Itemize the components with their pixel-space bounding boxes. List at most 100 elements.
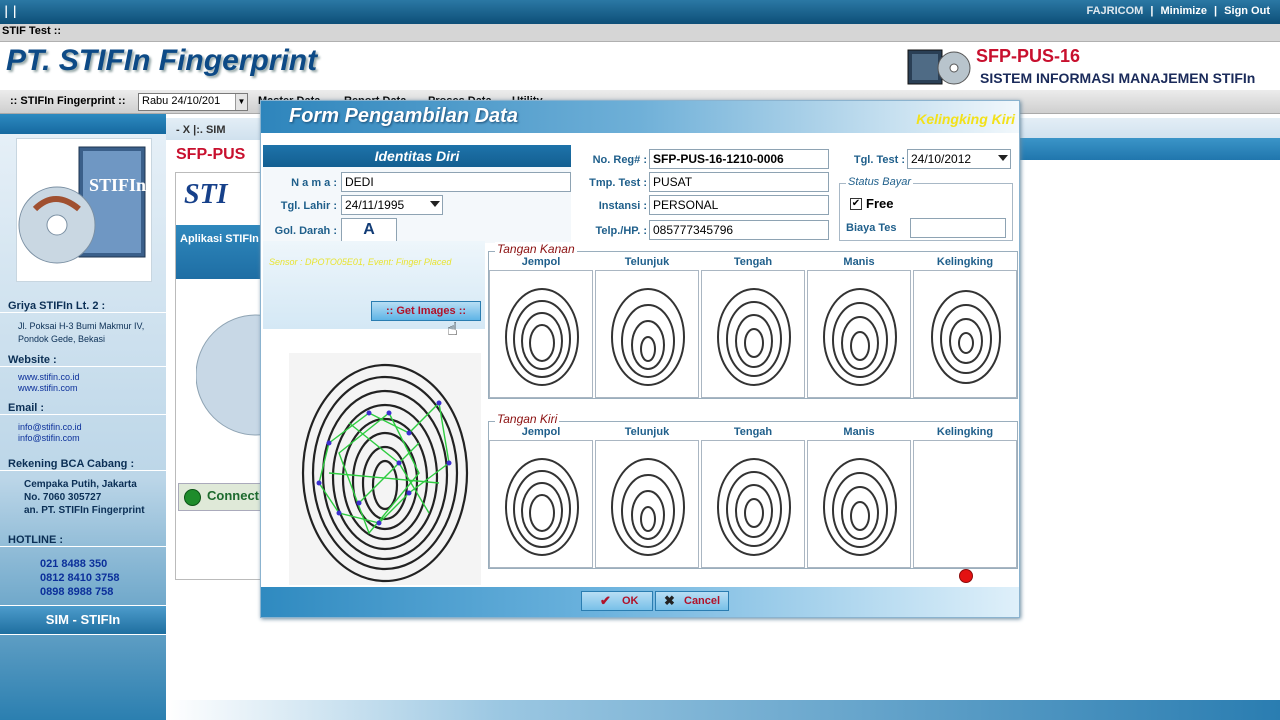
cancel-button-label: Cancel — [684, 595, 721, 607]
user-name: FAJRICOM — [1086, 5, 1144, 17]
dialog-action-bar: ✔ OK ✖ Cancel — [261, 587, 1019, 617]
tgl-test-label: Tgl. Test : — [853, 154, 905, 166]
separator: | — [1150, 5, 1154, 17]
finger-slot-right-manis: Manis — [807, 256, 911, 398]
recording-indicator-icon — [959, 569, 973, 583]
tab-stif-test[interactable]: STIF Test :: — [2, 25, 61, 37]
finger-slot-left-jempol: Jempol — [489, 426, 593, 568]
fingerprint-image — [595, 440, 699, 568]
date-select[interactable]: Rabu 24/10/201 ▼ — [138, 93, 248, 111]
gol-darah-label: Gol. Darah : — [274, 225, 337, 237]
fingerprint-image — [595, 270, 699, 398]
finger-name: Manis — [843, 426, 875, 438]
close-icon: ✖ — [664, 593, 675, 608]
website-link[interactable]: www.stifin.co.id — [18, 372, 80, 383]
get-images-button[interactable]: :: Get Images :: — [371, 301, 481, 321]
dialog-title: Form Pengambilan Data — [289, 105, 518, 127]
gol-darah-value[interactable]: A — [341, 218, 397, 242]
finger-slot-right-telunjuk: Telunjuk — [595, 256, 699, 398]
header-code: SFP-PUS-16 — [976, 46, 1081, 66]
svg-text:STIFIn: STIFIn — [89, 175, 146, 195]
check-icon: ✔ — [600, 593, 611, 608]
address-title: Griya STIFIn Lt. 2 : — [0, 300, 166, 313]
fingerprint-empty-slot — [913, 440, 1017, 568]
finger-name: Tengah — [733, 426, 773, 438]
background-code: SFP-PUS — [176, 146, 246, 163]
hotline-number: 0812 8410 3758 — [40, 572, 120, 584]
finger-slot-right-jempol: Jempol — [489, 256, 593, 398]
noreg-field[interactable]: SFP-PUS-16-1210-0006 — [649, 149, 829, 169]
background-panel: STI Aplikasi STIFIn Connecti — [175, 172, 268, 580]
tmp-test-field[interactable]: PUSAT — [649, 172, 829, 192]
free-checkbox[interactable]: ✔ — [850, 198, 862, 210]
sign-out-link[interactable]: Sign Out — [1224, 5, 1270, 17]
fingerprint-image — [807, 440, 911, 568]
bank-title: Rekening BCA Cabang : — [0, 458, 166, 471]
separator: | — [1214, 5, 1218, 17]
content-toolbar-right — [1018, 138, 1280, 160]
status-green-icon — [184, 489, 201, 506]
ok-button[interactable]: ✔ OK — [581, 591, 653, 611]
content-toolbar-text[interactable]: - X |:. SIM — [176, 124, 226, 136]
address-line: Jl. Poksai H-3 Bumi Makmur IV, — [18, 321, 145, 331]
tgl-test-select[interactable]: 24/10/2012 — [907, 149, 1011, 169]
left-hand-label: Tangan Kiri — [495, 412, 560, 426]
email-link[interactable]: info@stifin.com — [18, 433, 80, 444]
hand-cursor-icon: ☝ — [447, 319, 458, 340]
noreg-label: No. Reg# : — [592, 154, 647, 166]
hotline-title: HOTLINE : — [0, 534, 166, 547]
tgl-lahir-select[interactable]: 24/11/1995 — [341, 195, 443, 215]
page-footer — [166, 700, 1280, 720]
date-select-value: Rabu 24/10/201 — [142, 95, 221, 107]
fingerprint-image — [489, 440, 593, 568]
tab-strip: STIF Test :: — [0, 24, 1280, 42]
instansi-field[interactable]: PERSONAL — [649, 195, 829, 215]
cancel-button[interactable]: ✖ Cancel — [655, 591, 729, 611]
website-title: Website : — [0, 354, 166, 367]
biaya-input[interactable] — [910, 218, 1006, 238]
stifin-book-image: STIFIn — [16, 138, 152, 282]
finger-name: Kelingking — [936, 256, 994, 268]
bank-line: No. 7060 305727 — [24, 492, 102, 503]
email-title: Email : — [0, 402, 166, 415]
fingerprint-image — [489, 270, 593, 398]
dialog-title-bar: Form Pengambilan Data Kelingking Kiri — [261, 101, 1019, 133]
address-line: Pondok Gede, Bekasi — [18, 334, 106, 344]
sensor-status: Sensor : DPOTO05E01, Event: Finger Place… — [269, 257, 452, 267]
minimize-link[interactable]: Minimize — [1161, 5, 1207, 17]
software-box-icon — [907, 49, 971, 85]
chevron-down-icon[interactable]: ▼ — [235, 94, 247, 110]
pause-icon[interactable]: | | — [4, 4, 17, 18]
current-finger-label: Kelingking Kiri — [916, 111, 1015, 127]
connection-status: Connecti — [178, 483, 268, 511]
telp-field[interactable]: 085777345796 — [649, 220, 829, 240]
menu-app-label: :: STIFIn Fingerprint :: — [10, 95, 126, 107]
nama-label: N a m a : — [291, 177, 337, 189]
bank-line: Cempaka Putih, Jakarta — [24, 479, 137, 490]
window-top-bar: | | FAJRICOM | Minimize | Sign Out — [0, 0, 1280, 24]
status-bayar-group: Status Bayar ✔ Free Biaya Tes — [839, 176, 1013, 241]
finger-slot-left-kelingking: Kelingking — [913, 426, 1017, 568]
chevron-down-icon[interactable] — [430, 201, 440, 207]
aplikasi-banner: Aplikasi STIFIn — [176, 225, 266, 279]
fingerprint-image — [701, 270, 805, 398]
brand-title: PT. STIFIn Fingerprint — [6, 44, 318, 77]
sim-stifin-label: SIM - STIFIn — [0, 605, 166, 635]
hotline-number: 021 8488 350 — [40, 558, 108, 570]
free-label: Free — [866, 196, 894, 211]
sidebar-top-strip — [0, 114, 166, 134]
tgl-lahir-label: Tgl. Lahir : — [280, 200, 337, 212]
fingerprint-image — [807, 270, 911, 398]
email-link[interactable]: info@stifin.co.id — [18, 422, 82, 433]
finger-slot-left-tengah: Tengah — [701, 426, 805, 568]
bank-line: an. PT. STIFIn Fingerprint — [24, 505, 145, 516]
nama-input[interactable]: DEDI — [341, 172, 571, 192]
identitas-diri-header: Identitas Diri — [263, 145, 571, 167]
hotline-number: 0898 8988 758 — [40, 586, 114, 598]
telp-label: Telp./HP. : — [595, 225, 647, 237]
chevron-down-icon[interactable] — [998, 155, 1008, 161]
tgl-lahir-value: 24/11/1995 — [345, 198, 405, 212]
ok-button-label: OK — [622, 595, 639, 607]
finger-slot-right-tengah: Tengah — [701, 256, 805, 398]
website-link[interactable]: www.stifin.com — [18, 383, 78, 394]
